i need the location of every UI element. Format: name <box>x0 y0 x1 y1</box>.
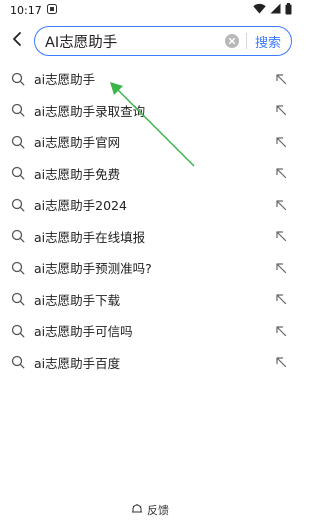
search-bar-row: AI志愿助手 搜索 <box>0 20 300 62</box>
suggestion-item[interactable]: ai志愿助手百度 <box>0 347 300 379</box>
fill-query-icon[interactable] <box>274 72 288 86</box>
suggestion-label: ai志愿助手官网 <box>34 135 121 151</box>
feedback-label: 反馈 <box>147 504 169 517</box>
search-icon <box>10 354 26 370</box>
fill-query-icon[interactable] <box>274 198 288 212</box>
search-query-text[interactable]: AI志愿助手 <box>45 31 224 52</box>
clear-icon <box>224 34 239 48</box>
chevron-left-icon <box>11 31 23 51</box>
fill-query-icon[interactable] <box>274 229 288 243</box>
search-icon <box>10 260 26 276</box>
suggestion-label: ai志愿助手录取查询 <box>34 103 146 119</box>
search-divider <box>245 33 247 49</box>
search-icon <box>10 323 26 339</box>
suggestion-item[interactable]: ai志愿助手官网 <box>0 126 300 158</box>
suggestion-label: ai志愿助手下载 <box>34 292 121 308</box>
search-icon <box>10 197 26 213</box>
suggestion-item[interactable]: ai志愿助手在线填报 <box>0 221 300 253</box>
status-bar: 10:17 <box>0 0 300 20</box>
search-button[interactable]: 搜索 <box>255 32 287 51</box>
suggestion-label: ai志愿助手在线填报 <box>34 229 146 245</box>
suggestion-label: ai志愿助手百度 <box>34 355 121 371</box>
fill-query-icon[interactable] <box>274 355 288 369</box>
search-icon <box>10 102 26 118</box>
search-icon <box>10 165 26 181</box>
fill-query-icon[interactable] <box>274 166 288 180</box>
clear-search-button[interactable] <box>224 33 240 49</box>
status-left: 10:17 <box>10 3 57 17</box>
suggestion-label: ai志愿助手免费 <box>34 166 121 182</box>
fill-query-icon[interactable] <box>274 261 288 275</box>
search-input[interactable]: AI志愿助手 搜索 <box>34 26 292 56</box>
status-time: 10:17 <box>10 3 42 17</box>
fill-query-icon[interactable] <box>274 292 288 306</box>
suggestion-item[interactable]: ai志愿助手 <box>0 63 300 95</box>
suggestion-item[interactable]: ai志愿助手免费 <box>0 158 300 190</box>
signal-icon <box>270 3 281 17</box>
search-icon <box>10 228 26 244</box>
suggestion-label: ai志愿助手可信吗 <box>34 324 133 340</box>
suggestion-item[interactable]: ai志愿助手预测准吗? <box>0 252 300 284</box>
suggestion-item[interactable]: ai志愿助手下载 <box>0 284 300 316</box>
status-right <box>253 2 292 18</box>
suggestion-item[interactable]: ai志愿助手可信吗 <box>0 315 300 347</box>
wifi-icon <box>253 3 266 17</box>
suggestion-list: ai志愿助手 ai志愿助手录取查询 ai志愿助手官网 ai志愿助手免费 ai志愿助手20… <box>0 63 300 378</box>
suggestion-item[interactable]: ai志愿助手2024 <box>0 189 300 221</box>
fill-query-icon[interactable] <box>274 103 288 117</box>
battery-icon <box>285 2 292 18</box>
suggestion-item[interactable]: ai志愿助手录取查询 <box>0 95 300 127</box>
search-icon <box>10 291 26 307</box>
suggestion-label: ai志愿助手2024 <box>34 198 127 214</box>
feedback-icon <box>131 503 143 518</box>
search-icon <box>10 134 26 150</box>
fill-query-icon[interactable] <box>274 324 288 338</box>
fill-query-icon[interactable] <box>274 135 288 149</box>
suggestion-label: ai志愿助手 <box>34 72 96 88</box>
app-badge-icon <box>46 3 57 17</box>
suggestion-label: ai志愿助手预测准吗? <box>34 261 152 277</box>
search-icon <box>10 71 26 87</box>
back-button[interactable] <box>6 27 28 55</box>
feedback-button[interactable]: 反馈 <box>0 502 300 518</box>
